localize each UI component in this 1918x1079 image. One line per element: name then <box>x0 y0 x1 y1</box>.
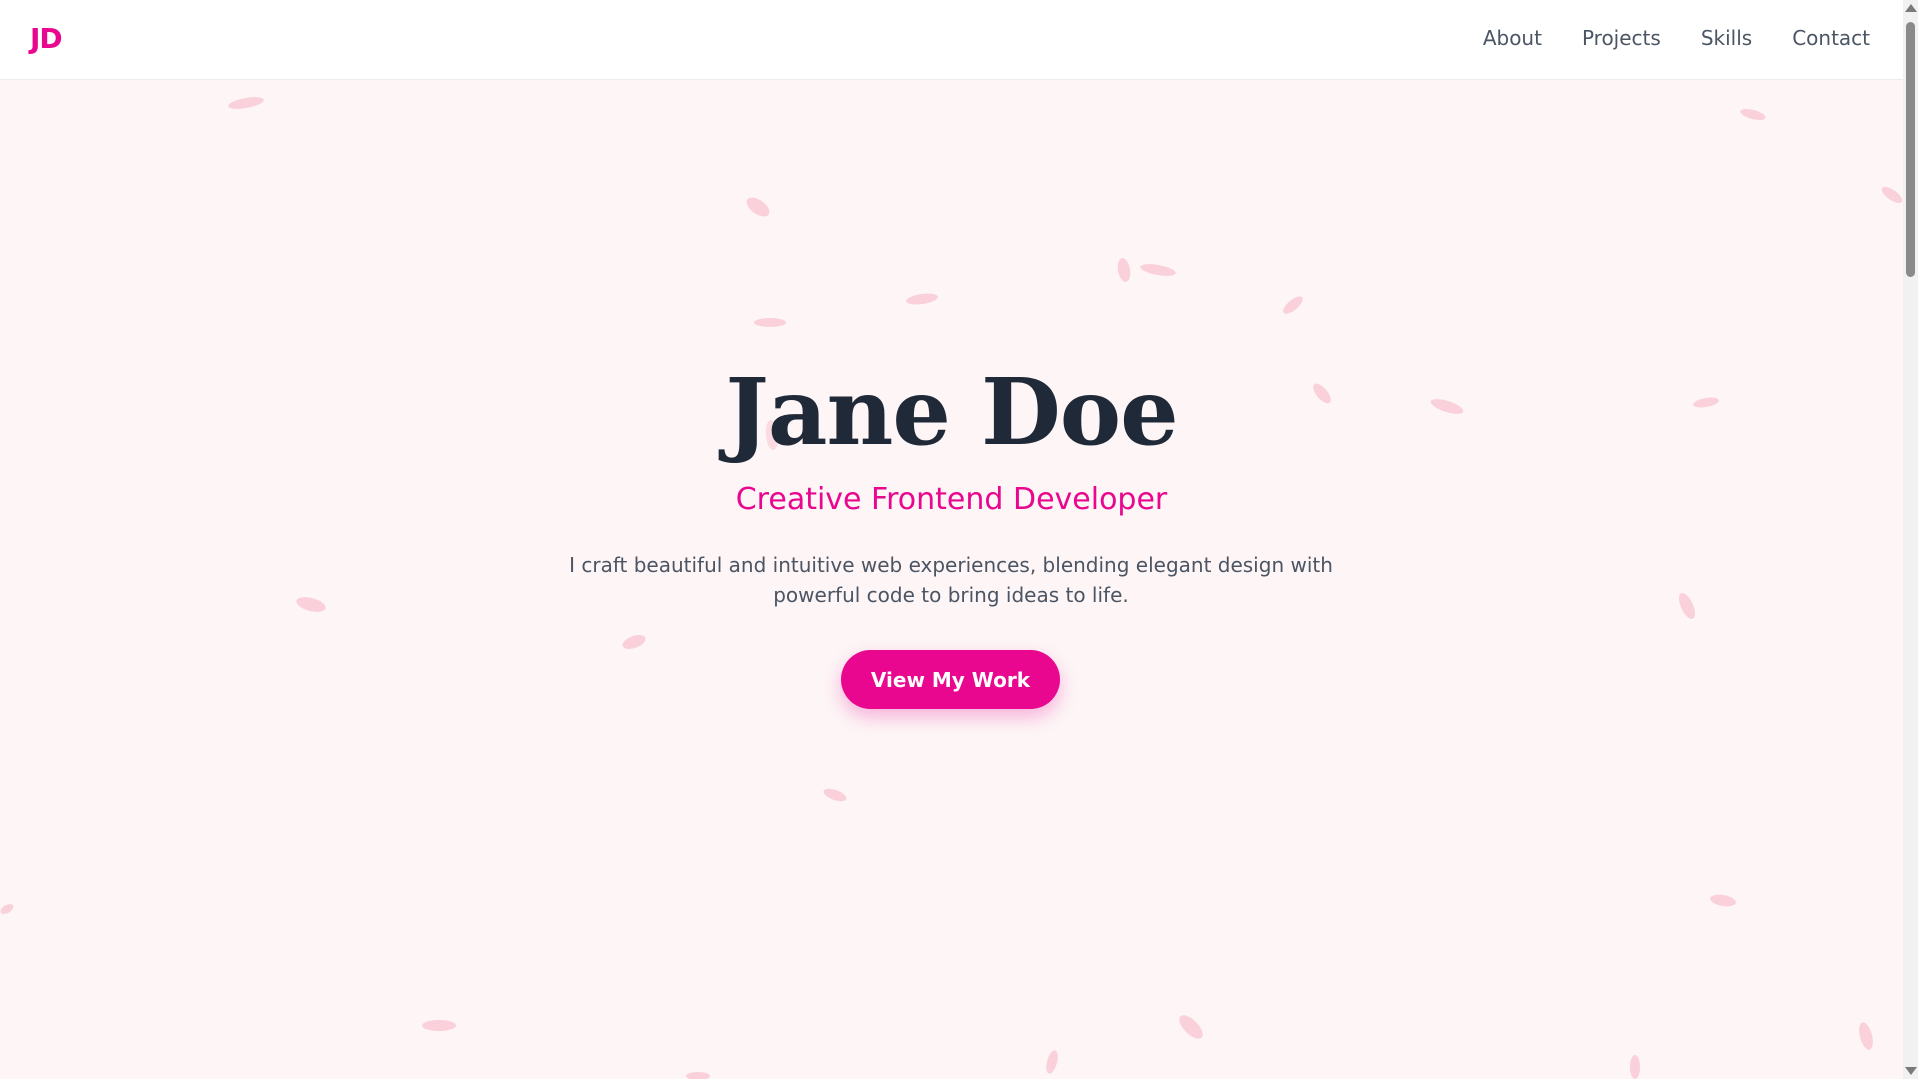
scrollbar-thumb[interactable] <box>1906 22 1915 277</box>
logo-link[interactable]: JD <box>30 22 63 55</box>
hero-section: Jane Doe Creative Frontend Developer I c… <box>0 0 1903 1079</box>
scroll-down-arrow-icon[interactable] <box>1905 1067 1917 1075</box>
page-viewport: JD About Projects Skills Contact Jane Do… <box>0 0 1918 1079</box>
nav-link-skills[interactable]: Skills <box>1701 26 1752 50</box>
hero-title: Jane Doe <box>725 358 1178 466</box>
hero-subtitle: Creative Frontend Developer <box>735 482 1168 517</box>
hero-description: I craft beautiful and intuitive web expe… <box>569 553 1333 607</box>
nav-link-about[interactable]: About <box>1483 26 1542 50</box>
nav-links: About Projects Skills Contact <box>1483 26 1870 50</box>
nav-link-contact[interactable]: Contact <box>1792 26 1870 50</box>
scroll-up-arrow-icon[interactable] <box>1905 4 1917 12</box>
top-navbar: JD About Projects Skills Contact <box>0 0 1903 80</box>
nav-link-projects[interactable]: Projects <box>1582 26 1661 50</box>
vertical-scrollbar[interactable] <box>1903 0 1918 1079</box>
view-my-work-button[interactable]: View My Work <box>841 650 1060 709</box>
